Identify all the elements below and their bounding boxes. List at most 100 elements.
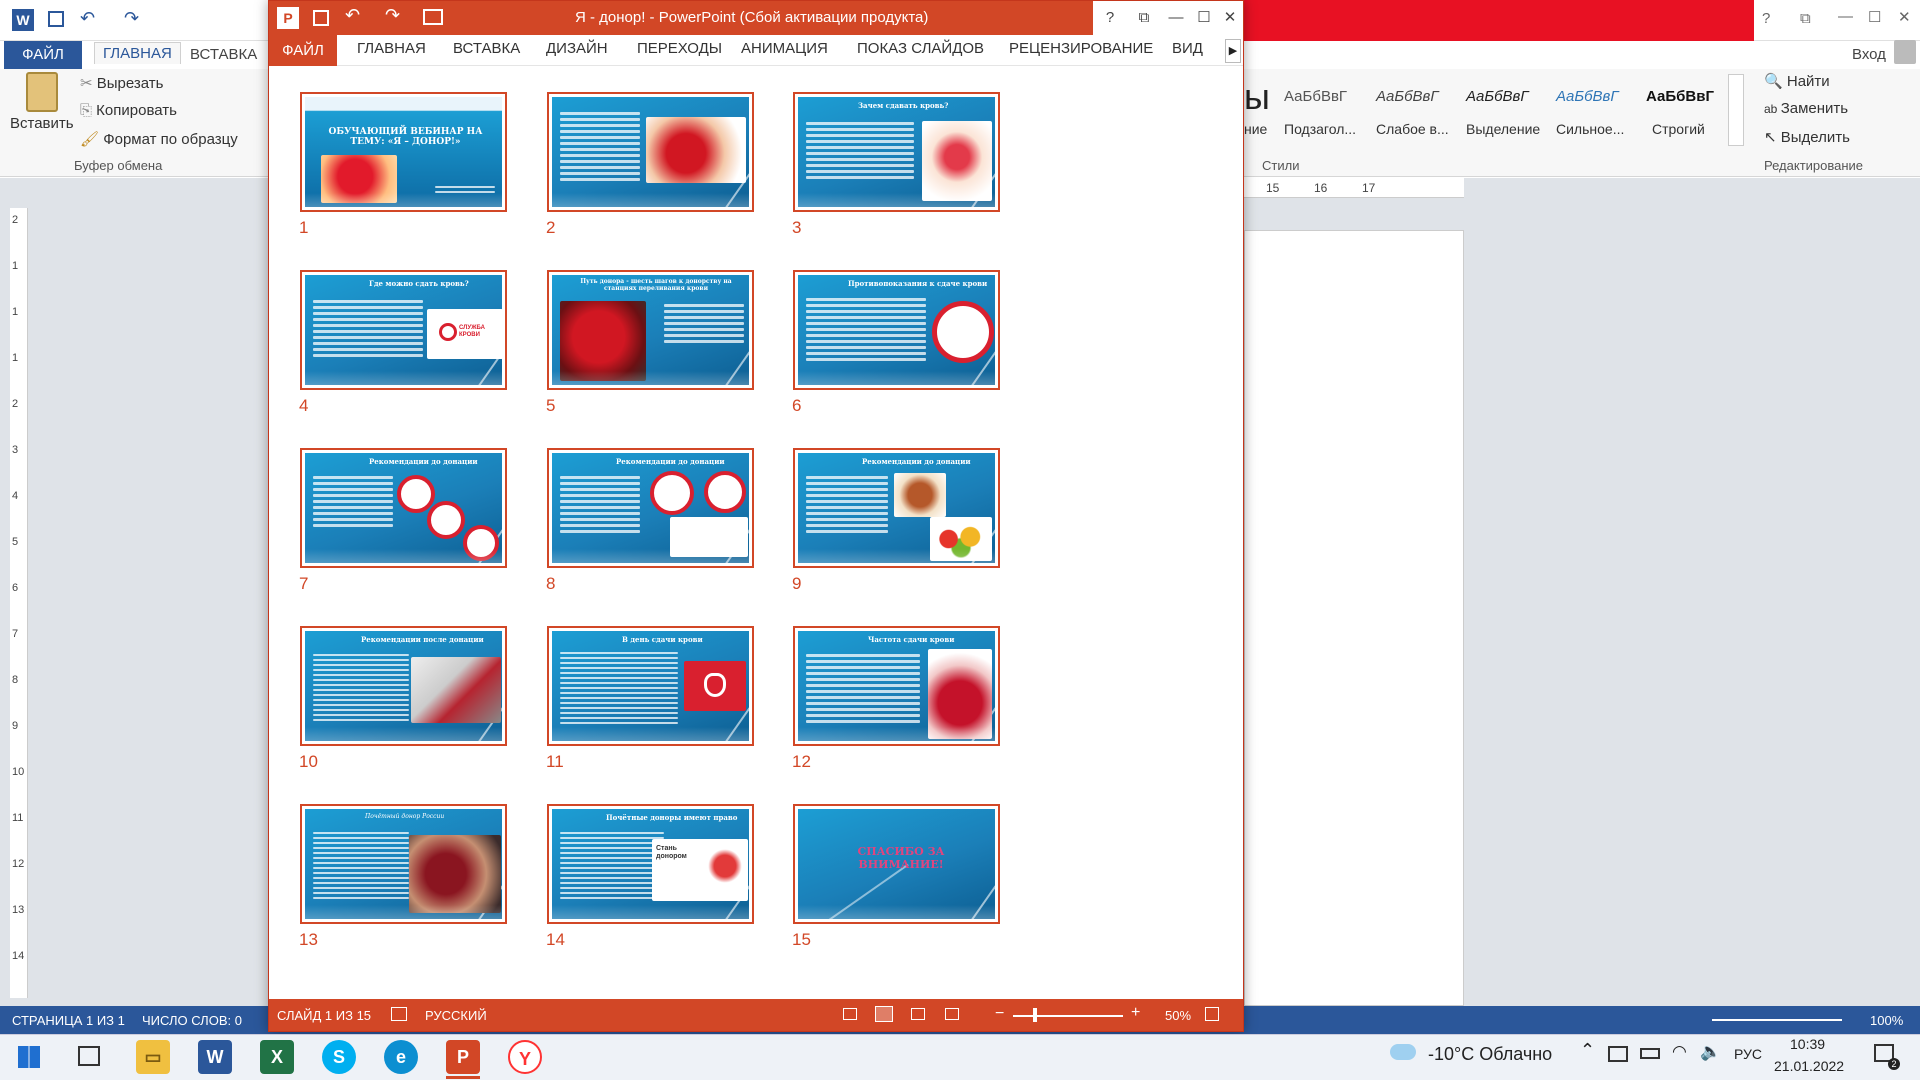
paste-icon[interactable]: [26, 72, 58, 112]
ppt-view-normal-icon[interactable]: [843, 1008, 857, 1020]
word-tab-file[interactable]: ФАЙЛ: [4, 41, 82, 69]
slide-thumbnail-14[interactable]: Почётные доноры имеют право Стань доноро…: [547, 804, 754, 924]
ribbon-display-button[interactable]: ⧉: [1800, 10, 1811, 27]
slide-thumbnail-6[interactable]: Противопоказания к сдаче крови: [793, 270, 1000, 390]
close-button[interactable]: ✕: [1898, 8, 1911, 26]
tray-battery-icon[interactable]: [1640, 1048, 1660, 1059]
weather-text[interactable]: -10°C Облачно: [1428, 1044, 1552, 1065]
ppt-zoom-out[interactable]: −: [995, 1005, 1004, 1023]
slide-thumbnail-4[interactable]: Где можно сдать кровь? СЛУЖБА КРОВИ: [300, 270, 507, 390]
slide-thumbnail-2[interactable]: [547, 92, 754, 212]
cut-button[interactable]: ✂ Вырезать: [80, 74, 163, 92]
save-icon[interactable]: [48, 11, 64, 27]
word-word-count[interactable]: ЧИСЛО СЛОВ: 0: [142, 1013, 242, 1028]
find-button[interactable]: 🔍 Найти: [1764, 72, 1830, 90]
ppt-view-reading-icon[interactable]: [911, 1008, 925, 1020]
slide-thumbnail-1[interactable]: ОБУЧАЮЩИЙ ВЕБИНАР НА ТЕМУ: «Я – ДОНОР!»: [300, 92, 507, 212]
ppt-redo-icon[interactable]: ↷: [385, 5, 400, 26]
ppt-maximize-button[interactable]: ☐: [1191, 1, 1217, 35]
ppt-fit-slide-icon[interactable]: [1205, 1007, 1219, 1021]
start-button[interactable]: [18, 1046, 40, 1068]
ppt-tab-transitions[interactable]: ПЕРЕХОДЫ: [637, 40, 722, 57]
ppt-tab-animation[interactable]: АНИМАЦИЯ: [741, 40, 828, 57]
style-sample-4[interactable]: АаБбВвГ: [1556, 88, 1619, 105]
slide-thumbnail-13[interactable]: Почётный донор России: [300, 804, 507, 924]
ppt-tab-scroll-right[interactable]: ▶: [1225, 39, 1241, 63]
style-sample-3[interactable]: АаБбВвГ: [1466, 88, 1529, 105]
slide-thumbnail-3[interactable]: Зачем сдавать кровь?: [793, 92, 1000, 212]
slide-thumbnail-5[interactable]: Путь донора - шесть шагов к донорству на…: [547, 270, 754, 390]
edge-taskbar-icon[interactable]: e: [384, 1040, 418, 1074]
ppt-save-icon[interactable]: [313, 10, 329, 26]
ppt-tab-view[interactable]: ВИД: [1172, 40, 1203, 57]
ppt-tab-review[interactable]: РЕЦЕНЗИРОВАНИЕ: [1009, 40, 1153, 57]
tray-network-icon[interactable]: [1608, 1046, 1628, 1062]
ppt-slide-counter[interactable]: СЛАЙД 1 ИЗ 15: [277, 1008, 371, 1023]
tray-volume-icon[interactable]: 🔈: [1700, 1042, 1721, 1062]
document-page[interactable]: [1244, 230, 1464, 1006]
help-button[interactable]: ?: [1762, 10, 1770, 27]
ppt-zoom-in[interactable]: +: [1131, 1004, 1140, 1022]
ppt-tab-slideshow[interactable]: ПОКАЗ СЛАЙДОВ: [857, 40, 984, 57]
tray-time[interactable]: 10:39: [1790, 1036, 1825, 1052]
file-explorer-icon[interactable]: ▭: [136, 1040, 170, 1074]
maximize-button[interactable]: ☐: [1868, 8, 1881, 26]
cut-label: Вырезать: [96, 75, 164, 92]
redo-icon[interactable]: ↷: [124, 8, 139, 29]
replace-button[interactable]: ab Заменить: [1764, 100, 1848, 117]
slide-thumbnail-9[interactable]: Рекомендации до донации: [793, 448, 1000, 568]
select-button[interactable]: ↖ Выделить: [1764, 128, 1850, 146]
slide-thumbnail-10[interactable]: Рекомендации после донации: [300, 626, 507, 746]
ppt-zoom-thumb[interactable]: [1033, 1008, 1037, 1022]
weather-icon[interactable]: [1390, 1044, 1416, 1060]
tray-language[interactable]: РУС: [1734, 1046, 1762, 1062]
word-tab-insert[interactable]: ВСТАВКА: [190, 46, 257, 63]
slide-thumbnail-15[interactable]: СПАСИБО ЗА ВНИМАНИЕ!: [793, 804, 1000, 924]
copy-button[interactable]: ⎘ Копировать: [80, 102, 177, 119]
ppt-zoom-level[interactable]: 50%: [1165, 1008, 1191, 1023]
yandex-taskbar-icon[interactable]: Y: [508, 1040, 542, 1074]
ppt-tab-home[interactable]: ГЛАВНАЯ: [357, 40, 426, 57]
ppt-undo-icon[interactable]: ↶: [345, 5, 360, 26]
ppt-close-button[interactable]: ✕: [1217, 1, 1243, 35]
excel-taskbar-icon[interactable]: X: [260, 1040, 294, 1074]
ppt-language[interactable]: РУССКИЙ: [425, 1008, 487, 1023]
tray-wifi-icon[interactable]: ◠: [1672, 1042, 1687, 1062]
tray-chevron-icon[interactable]: ⌃: [1580, 1040, 1595, 1061]
undo-icon[interactable]: ↶: [80, 8, 95, 29]
word-tab-home[interactable]: ГЛАВНАЯ: [94, 42, 181, 64]
ppt-tab-file[interactable]: ФАЙЛ: [269, 35, 337, 66]
word-zoom-slider[interactable]: [1712, 1019, 1842, 1021]
powerpoint-taskbar-icon[interactable]: P: [446, 1040, 480, 1074]
task-view-icon[interactable]: [78, 1046, 100, 1066]
ppt-ribbon-options-button[interactable]: ⧉: [1127, 1, 1161, 35]
minimize-button[interactable]: —: [1838, 8, 1853, 25]
ppt-notes-icon[interactable]: [391, 1007, 407, 1021]
word-page-count[interactable]: СТРАНИЦА 1 ИЗ 1: [12, 1013, 125, 1028]
slide-thumbnail-7[interactable]: Рекомендации до донации: [300, 448, 507, 568]
ppt-start-show-icon[interactable]: [423, 9, 443, 25]
format-painter-button[interactable]: 🖌 Формат по образцу: [80, 130, 238, 148]
style-sample-1[interactable]: АаБбВвГ: [1284, 88, 1347, 105]
slide-thumbnail-12[interactable]: Частота сдачи крови: [793, 626, 1000, 746]
ppt-help-button[interactable]: ?: [1093, 1, 1127, 35]
slide-thumbnail-8[interactable]: Рекомендации до донации: [547, 448, 754, 568]
slide-thumbnail-11[interactable]: В день сдачи крови: [547, 626, 754, 746]
ppt-tab-insert[interactable]: ВСТАВКА: [453, 40, 520, 57]
style-sample-5[interactable]: АаБбВвГ: [1646, 88, 1714, 105]
paste-button[interactable]: Вставить: [10, 115, 74, 132]
word-taskbar-icon[interactable]: W: [198, 1040, 232, 1074]
user-avatar[interactable]: [1894, 40, 1916, 64]
skype-taskbar-icon[interactable]: S: [322, 1040, 356, 1074]
tray-date[interactable]: 21.01.2022: [1774, 1058, 1844, 1074]
login-link[interactable]: Вход: [1852, 46, 1886, 63]
style-label-4: Сильное...: [1556, 121, 1625, 137]
ppt-minimize-button[interactable]: —: [1161, 1, 1191, 35]
ppt-view-slideshow-icon[interactable]: [945, 1008, 959, 1020]
ppt-tab-design[interactable]: ДИЗАЙН: [546, 40, 608, 57]
style-sample-2[interactable]: АаБбВвГ: [1376, 88, 1439, 105]
word-zoom-level[interactable]: 100%: [1870, 1013, 1903, 1028]
ppt-view-sorter-icon[interactable]: [875, 1006, 893, 1022]
styles-scroll[interactable]: [1728, 74, 1744, 146]
ppt-zoom-slider[interactable]: [1013, 1015, 1123, 1017]
